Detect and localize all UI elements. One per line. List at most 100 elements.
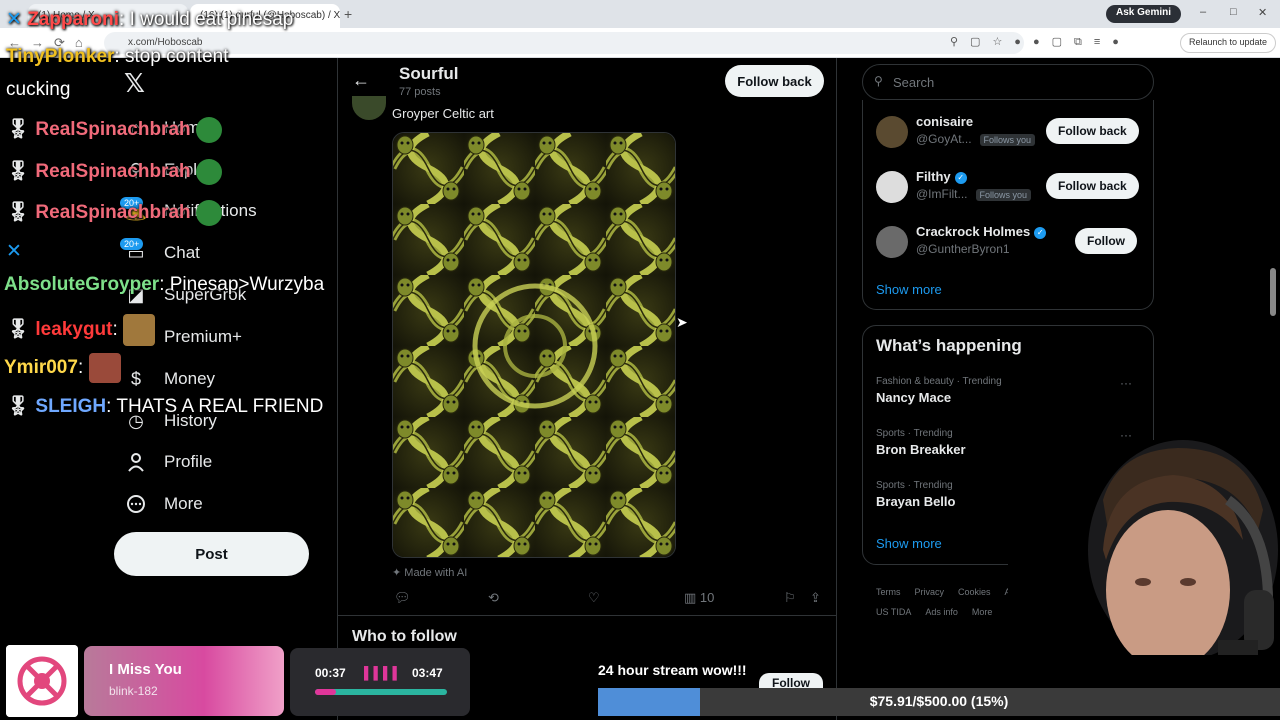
face-emote-icon — [123, 314, 156, 346]
post-button[interactable]: Post — [114, 532, 309, 576]
retweet-icon[interactable]: ⟲ — [488, 590, 499, 606]
suggestion-row[interactable]: Filthy ✓ @ImFilt... Follows you Follow bac… — [876, 167, 1146, 207]
song-title: I Miss You — [109, 661, 182, 678]
trend-name: Nancy Mace — [876, 390, 952, 405]
nav-money[interactable]: $ Money — [124, 364, 215, 394]
avatar[interactable] — [876, 116, 908, 148]
suggestion-row[interactable]: conisaire @GoyAt... Follows you Follow ba… — [876, 112, 1146, 152]
more-options-icon[interactable]: ··· — [1120, 376, 1132, 390]
profile-name: Sourful — [399, 64, 459, 83]
extension-icons[interactable]: ⚲▢☆●●▢⧉≡● — [950, 35, 1131, 49]
url-field[interactable]: x.com/Hoboscab — [104, 32, 1024, 54]
follow-back-button[interactable]: Follow back — [1046, 173, 1139, 199]
chat-message: 🎖 RealSpinachbrah — [6, 117, 222, 143]
scrollbar[interactable] — [1270, 268, 1276, 316]
follow-back-button[interactable]: Follow back — [725, 65, 824, 97]
chat-message: TinyPlonker: stop content — [6, 46, 228, 68]
suggestion-row[interactable]: Crackrock Holmes ✓ @GuntherByron1 Follow — [876, 222, 1146, 262]
trend-meta: Fashion & beauty · Trending — [876, 376, 1002, 387]
avatar[interactable] — [876, 226, 908, 258]
chat-badge-icon: 🎖 — [6, 202, 31, 224]
minimize-icon[interactable]: – — [1200, 6, 1206, 18]
x-logo-icon[interactable]: 𝕏 — [124, 68, 145, 99]
footer-terms[interactable]: Terms — [876, 587, 901, 597]
nav-premium-label: Premium+ — [164, 327, 242, 346]
footer-more[interactable]: More — [972, 607, 993, 617]
chat-text: : Pinesap>Wurzyba — [159, 274, 325, 295]
sparkle-icon: ✦ — [392, 567, 402, 579]
back-arrow-icon[interactable]: ← — [352, 70, 370, 91]
profile-timeline: ← Sourful 77 posts Follow back Groyper C… — [337, 58, 837, 720]
chat-username: AbsoluteGroyper — [4, 274, 160, 295]
show-more-link[interactable]: Show more — [876, 282, 942, 297]
suggestion-handle: @GuntherByron1 — [916, 242, 1010, 256]
trend-item[interactable]: Fashion & beauty · Trending Nancy Mace ·… — [876, 376, 1140, 405]
follow-back-button[interactable]: Follow back — [1046, 118, 1139, 144]
webcam-overlay: ▭ — [1008, 440, 1280, 655]
donation-goal-text: $75.91/$500.00 (15%) — [869, 693, 1009, 709]
made-with-ai-label: ✦ Made with AI — [392, 566, 467, 579]
nav-profile[interactable]: Profile — [124, 447, 212, 477]
chat-username: leakygut — [35, 319, 113, 341]
chat-username: Ymir007 — [4, 357, 78, 379]
whats-happening-title: What’s happening — [876, 336, 1022, 355]
nav-money-label: Money — [164, 369, 216, 388]
chat-message: ✕ Zapparoni: I would eat pinesap — [6, 8, 293, 31]
stream-message: 24 hour stream wow!!! — [598, 662, 747, 678]
frog-emote-icon — [195, 159, 222, 185]
chat-badge-icon: 🎖 — [6, 319, 31, 341]
search-input[interactable]: Search — [862, 64, 1154, 100]
follows-you-badge: Follows you — [979, 134, 1036, 146]
song-artist: blink-182 — [109, 684, 158, 698]
now-playing-card — [84, 646, 284, 716]
chat-message: AbsoluteGroyper: Pinesap>Wurzyba — [4, 274, 324, 296]
relaunch-button[interactable]: Relaunch to update — [1180, 33, 1277, 53]
close-icon[interactable]: ✕ — [1258, 6, 1267, 19]
show-more-link[interactable]: Show more — [876, 536, 942, 551]
avatar[interactable] — [352, 96, 386, 120]
chat-text: : I would eat pinesap — [119, 9, 294, 30]
suggestion-handle-text: @GoyAt... — [916, 132, 972, 146]
footer-privacy[interactable]: Privacy — [915, 587, 945, 597]
footer-cookies[interactable]: Cookies — [958, 587, 991, 597]
post-count: 77 posts — [399, 86, 441, 98]
verified-icon: ✓ — [954, 171, 967, 184]
frog-emote-icon — [195, 117, 222, 143]
new-tab-icon[interactable]: + — [344, 6, 352, 22]
tweet-actions: 💬︎ ⟲ ♡ ▥ 10 ⚐ ⇪ — [392, 590, 832, 610]
footer-us-tida[interactable]: US TIDA — [876, 607, 911, 617]
chat-badge-icon: 🎖 — [6, 161, 31, 183]
follow-button[interactable]: Follow — [1075, 228, 1137, 254]
playback-panel — [290, 648, 470, 716]
views-icon[interactable]: ▥ 10 — [684, 590, 714, 606]
suggestion-name: Crackrock Holmes ✓ — [916, 224, 1047, 239]
reply-icon[interactable]: 💬︎ — [394, 590, 411, 606]
nav-chat-label: Chat — [164, 243, 200, 262]
bookmark-icon[interactable]: ⚐ — [784, 590, 796, 606]
views-count: 10 — [699, 590, 715, 605]
nav-more-label: More — [164, 494, 203, 513]
tweet-image[interactable] — [392, 132, 676, 558]
chat-message: ✕ — [6, 240, 22, 263]
maximize-icon[interactable]: □ — [1230, 6, 1237, 18]
nav-more[interactable]: More — [124, 489, 203, 519]
equalizer-icon: ▌▌▌▌ — [364, 666, 403, 680]
avatar[interactable] — [876, 171, 908, 203]
frog-emote-icon — [195, 200, 222, 226]
suggestion-handle: @ImFilt... Follows you — [916, 187, 1032, 201]
tweet-text: Groyper Celtic art — [392, 106, 494, 121]
profile-icon — [124, 450, 148, 474]
chat-text: cucking — [6, 79, 71, 100]
footer-ads-info[interactable]: Ads info — [925, 607, 958, 617]
song-progress-bar — [315, 689, 447, 695]
face-emote-icon — [88, 353, 121, 383]
like-icon[interactable]: ♡ — [588, 590, 600, 606]
follows-you-badge: Follows you — [975, 189, 1032, 201]
ask-gemini-button[interactable]: Ask Gemini — [1106, 5, 1182, 23]
chat-badge: 20+ — [120, 238, 144, 250]
chat-username: RealSpinachbrah — [35, 161, 191, 183]
chat-badge-icon: 🎖 — [6, 119, 31, 141]
suggestion-handle: @GoyAt... Follows you — [916, 132, 1036, 146]
chat-twitter-icon: ✕ — [6, 9, 22, 30]
share-icon[interactable]: ⇪ — [810, 590, 821, 606]
